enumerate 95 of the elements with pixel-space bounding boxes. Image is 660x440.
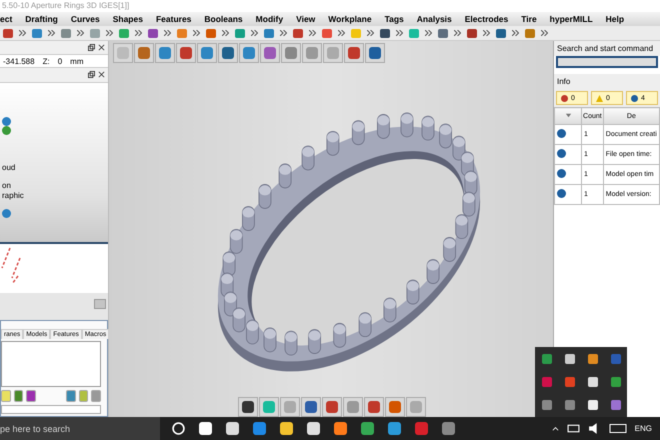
double-chevron-icon[interactable] xyxy=(77,30,84,36)
tool-icon[interactable] xyxy=(380,28,390,38)
restore-icon[interactable] xyxy=(88,71,95,78)
menu-item[interactable]: Electrodes xyxy=(464,14,508,24)
menu-item[interactable]: Tire xyxy=(521,14,537,24)
menu-item[interactable]: ect xyxy=(0,14,12,24)
double-chevron-icon[interactable] xyxy=(222,30,229,36)
tool-button[interactable] xyxy=(218,43,238,63)
tree-item[interactable]: raphic xyxy=(2,190,108,201)
double-chevron-icon[interactable] xyxy=(135,30,142,36)
tray-app-icon[interactable] xyxy=(588,400,598,410)
taskbar-app-icon[interactable] xyxy=(226,422,239,435)
coordinate-value: -341.588 xyxy=(3,56,35,66)
tree-item[interactable]: oud xyxy=(2,162,108,173)
double-chevron-icon[interactable] xyxy=(193,30,200,36)
tray-app-icon[interactable] xyxy=(588,354,598,364)
close-icon[interactable] xyxy=(98,71,105,78)
tool-icon[interactable] xyxy=(206,28,216,38)
menu-item[interactable]: Tags xyxy=(384,14,404,24)
tool-icon[interactable] xyxy=(148,28,158,38)
tool-button[interactable] xyxy=(364,397,384,417)
language-indicator[interactable]: ENG xyxy=(634,424,652,433)
command-search-field[interactable] xyxy=(556,56,658,68)
info-icon xyxy=(557,169,566,178)
error-icon xyxy=(561,94,568,102)
menu-item[interactable]: Analysis xyxy=(416,14,452,24)
tool-icon[interactable] xyxy=(467,28,477,38)
tree-item[interactable]: on xyxy=(2,180,108,191)
tool-button[interactable] xyxy=(365,43,385,63)
info-icon xyxy=(557,189,566,198)
caret-icon[interactable] xyxy=(552,425,559,432)
info-icon xyxy=(557,129,566,138)
menu-item[interactable]: Curves xyxy=(70,14,100,24)
panel-title: Info xyxy=(554,74,660,89)
menu-item[interactable]: Drafting xyxy=(25,14,58,24)
double-chevron-icon[interactable] xyxy=(338,30,345,36)
tree-node-icon xyxy=(2,126,11,135)
info-icon xyxy=(557,149,566,158)
menu-item[interactable]: hyperMILL xyxy=(550,14,593,24)
double-chevron-icon[interactable] xyxy=(425,30,432,36)
menu-item[interactable]: Help xyxy=(606,14,624,24)
sort-arrow-icon[interactable] xyxy=(564,112,572,118)
tool-icon[interactable] xyxy=(496,28,506,38)
info-icon xyxy=(631,94,638,102)
tool-button[interactable] xyxy=(322,397,342,417)
tool-button[interactable] xyxy=(238,397,258,417)
axis-label: Z: xyxy=(42,56,50,66)
tool-icon[interactable] xyxy=(293,28,303,38)
tree-node-icon xyxy=(2,208,11,218)
double-chevron-icon[interactable] xyxy=(541,30,548,36)
menu-item[interactable]: View xyxy=(296,14,316,24)
taskbar-app-icon[interactable] xyxy=(307,422,320,435)
tool-button[interactable] xyxy=(176,43,196,63)
circle-icon[interactable] xyxy=(172,422,185,435)
search-label: Search and start command xyxy=(554,41,660,56)
tool-icon[interactable] xyxy=(264,28,274,38)
taskbar-app-icon[interactable] xyxy=(199,422,212,435)
double-chevron-icon[interactable] xyxy=(454,30,461,36)
double-chevron-icon[interactable] xyxy=(309,30,316,36)
double-chevron-icon[interactable] xyxy=(396,30,403,36)
coordinate-value: 0 xyxy=(58,56,62,66)
tool-button[interactable] xyxy=(301,397,321,417)
tool-icon[interactable] xyxy=(32,28,42,38)
tool-icon[interactable] xyxy=(14,390,24,402)
tool-icon[interactable] xyxy=(3,28,13,38)
menu-item[interactable]: Modify xyxy=(256,14,284,24)
tool-icon[interactable] xyxy=(438,28,448,38)
scroll-bar[interactable] xyxy=(1,405,101,414)
taskbar-app-icon[interactable] xyxy=(334,422,347,435)
tray-app-icon[interactable] xyxy=(588,376,598,387)
tool-icon[interactable] xyxy=(26,390,36,402)
tree-node-icon xyxy=(2,116,11,126)
double-chevron-icon[interactable] xyxy=(251,30,258,36)
double-chevron-icon[interactable] xyxy=(280,30,287,36)
restore-icon[interactable] xyxy=(88,44,95,52)
double-chevron-icon[interactable] xyxy=(19,30,26,36)
double-chevron-icon[interactable] xyxy=(48,30,55,36)
window-title: 5.50-10 Aperture Rings 3D IGES[1]] xyxy=(2,0,130,12)
double-chevron-icon[interactable] xyxy=(483,30,490,36)
search-field[interactable]: pe here to search xyxy=(0,417,160,440)
double-chevron-icon[interactable] xyxy=(367,30,374,36)
unit-label: mm xyxy=(70,56,84,66)
tool-button[interactable] xyxy=(344,43,364,63)
double-chevron-icon[interactable] xyxy=(164,30,171,36)
warning-icon xyxy=(596,94,603,102)
double-chevron-icon[interactable] xyxy=(106,30,113,36)
taskbar-app-icon[interactable] xyxy=(280,422,293,435)
double-chevron-icon[interactable] xyxy=(512,30,519,36)
tool-icon[interactable] xyxy=(322,28,332,38)
tray-app-icon[interactable] xyxy=(564,354,574,364)
close-icon[interactable] xyxy=(98,44,105,52)
menu-item[interactable]: Booleans xyxy=(204,14,243,24)
menu-item[interactable]: Workplane xyxy=(328,14,372,24)
menu-item[interactable]: Features xyxy=(156,14,192,24)
menu-item[interactable]: Shapes xyxy=(112,14,143,24)
